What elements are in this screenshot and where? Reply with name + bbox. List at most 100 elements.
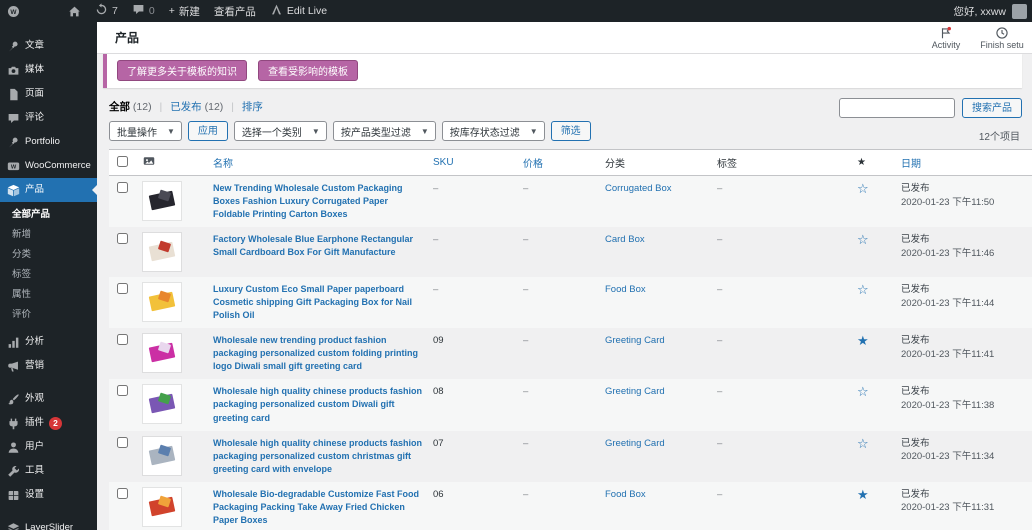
row-checkbox[interactable] [117, 283, 128, 294]
user-avatar[interactable] [1012, 4, 1027, 19]
sidebar-subitem-分类[interactable]: 分类 [0, 243, 97, 263]
sidebar-item-settings[interactable]: 设置 [0, 483, 97, 507]
greeting-text[interactable]: 您好, xxww [954, 4, 1007, 19]
row-checkbox[interactable] [117, 233, 128, 244]
view-affected-templates-button[interactable]: 查看受影响的模板 [258, 60, 358, 81]
row-checkbox[interactable] [117, 334, 128, 345]
media-icon [6, 63, 20, 77]
search-input[interactable] [839, 98, 955, 118]
featured-star-outline-icon[interactable]: ☆ [857, 384, 869, 399]
sidebar-item-tools[interactable]: 工具 [0, 459, 97, 483]
sidebar-item-layerslider[interactable]: LayerSlider [0, 516, 97, 530]
product-category-link[interactable]: Greeting Card [605, 438, 665, 449]
product-name-link[interactable]: Wholesale Bio-degradable Customize Fast … [213, 488, 425, 527]
updates-indicator[interactable]: 7 [88, 0, 125, 22]
featured-star-outline-icon[interactable]: ☆ [857, 181, 869, 196]
sidebar-item-analytics[interactable]: 分析 [0, 330, 97, 354]
filter-button[interactable]: 筛选 [551, 121, 591, 141]
product-type-filter-select[interactable]: 按产品类型过滤 ▼ [333, 121, 436, 141]
sidebar-submenu: 全部产品新增分类标签属性评价 [0, 202, 97, 330]
product-sku: 08 [433, 386, 444, 397]
sidebar-item-users[interactable]: 用户 [0, 435, 97, 459]
product-name-link[interactable]: Luxury Custom Eco Small Paper paperboard… [213, 283, 425, 322]
product-row: Luxury Custom Eco Small Paper paperboard… [109, 277, 1032, 328]
product-thumbnail[interactable] [143, 182, 181, 220]
sidebar-item-products[interactable]: 产品 [0, 178, 97, 202]
product-status: 已发布 [901, 283, 1026, 297]
bulk-actions-select[interactable]: 批量操作 ▼ [109, 121, 182, 141]
sidebar-item-comments[interactable]: 评论 [0, 106, 97, 130]
product-category-link[interactable]: Card Box [605, 234, 645, 245]
edit-live-link[interactable]: Edit Live [263, 0, 334, 22]
products-table: 名称 SKU 价格 分类 标签 ★ 日期 New Trending Wholes… [109, 149, 1032, 530]
view-product-link[interactable]: 查看产品 [207, 0, 263, 22]
avada-icon [270, 3, 283, 19]
product-name-link[interactable]: Factory Wholesale Blue Earphone Rectangu… [213, 233, 425, 259]
product-date: 2020-01-23 下午11:34 [901, 451, 994, 462]
sidebar-item-portfolio[interactable]: Portfolio [0, 130, 97, 154]
wordpress-logo-icon[interactable]: W [0, 0, 27, 22]
search-products-button[interactable]: 搜索产品 [962, 98, 1022, 118]
product-name-link[interactable]: Wholesale high quality chinese products … [213, 437, 425, 476]
view-sorting[interactable]: 排序 [242, 101, 263, 113]
sidebar-item-posts[interactable]: 文章 [0, 34, 97, 58]
product-name-link[interactable]: Wholesale high quality chinese products … [213, 385, 425, 424]
activity-button[interactable]: Activity [920, 26, 972, 50]
product-thumbnail[interactable] [143, 437, 181, 475]
row-checkbox[interactable] [117, 385, 128, 396]
sidebar-subitem-新增[interactable]: 新增 [0, 223, 97, 243]
finish-setup-button[interactable]: Finish setu [976, 26, 1028, 50]
category-filter-select[interactable]: 选择一个类别 ▼ [234, 121, 327, 141]
product-row: Wholesale new trending product fashion p… [109, 328, 1032, 379]
view-published[interactable]: 已发布 [170, 101, 202, 113]
product-category-link[interactable]: Greeting Card [605, 335, 665, 346]
product-name-link[interactable]: New Trending Wholesale Custom Packaging … [213, 182, 425, 221]
layers-icon [6, 521, 20, 530]
column-header-price[interactable]: 价格 [521, 150, 603, 176]
product-thumbnail[interactable] [143, 283, 181, 321]
product-category-link[interactable]: Food Box [605, 284, 646, 295]
featured-star-outline-icon[interactable]: ☆ [857, 282, 869, 297]
product-thumbnail[interactable] [143, 334, 181, 372]
sidebar-item-marketing[interactable]: 营销 [0, 354, 97, 378]
view-all[interactable]: 全部 [109, 101, 130, 113]
learn-templates-button[interactable]: 了解更多关于模板的知识 [117, 60, 247, 81]
product-category-link[interactable]: Corrugated Box [605, 183, 672, 194]
product-thumbnail[interactable] [143, 488, 181, 526]
stock-status-filter-select[interactable]: 按库存状态过滤 ▼ [442, 121, 545, 141]
column-header-sku[interactable]: SKU [431, 150, 521, 176]
sidebar-subitem-全部产品[interactable]: 全部产品 [0, 203, 97, 223]
featured-star-outline-icon[interactable]: ☆ [857, 436, 869, 451]
sidebar-item-appearance[interactable]: 外观 [0, 387, 97, 411]
sidebar-subitem-标签[interactable]: 标签 [0, 263, 97, 283]
new-content-button[interactable]: + 新建 [162, 0, 207, 22]
column-header-date[interactable]: 日期 [899, 150, 1032, 176]
product-thumbnail[interactable] [143, 385, 181, 423]
sidebar-item-media[interactable]: 媒体 [0, 58, 97, 82]
updates-count: 7 [112, 5, 118, 17]
row-checkbox[interactable] [117, 182, 128, 193]
product-name-link[interactable]: Wholesale new trending product fashion p… [213, 334, 425, 373]
sidebar-subitem-评价[interactable]: 评价 [0, 303, 97, 323]
column-header-name[interactable]: 名称 [211, 150, 431, 176]
sidebar-item-plugins[interactable]: 插件2 [0, 411, 97, 435]
apply-button[interactable]: 应用 [188, 121, 228, 141]
featured-star-outline-icon[interactable]: ☆ [857, 232, 869, 247]
row-checkbox[interactable] [117, 488, 128, 499]
comments-indicator[interactable]: 0 [125, 0, 162, 22]
featured-star-filled-icon[interactable]: ★ [857, 487, 869, 502]
product-thumbnail[interactable] [143, 233, 181, 271]
select-all-checkbox[interactable] [117, 156, 128, 167]
home-icon[interactable] [61, 0, 88, 22]
product-category-link[interactable]: Food Box [605, 489, 646, 500]
featured-star-filled-icon[interactable]: ★ [857, 333, 869, 348]
sidebar-separator [0, 378, 97, 387]
comments-count: 0 [149, 5, 155, 17]
sidebar-subitem-属性[interactable]: 属性 [0, 283, 97, 303]
sidebar-item-woocommerce[interactable]: WWooCommerce [0, 154, 97, 178]
product-category-link[interactable]: Greeting Card [605, 386, 665, 397]
sidebar-separator [0, 507, 97, 516]
chevron-down-icon: ▼ [421, 127, 429, 136]
row-checkbox[interactable] [117, 437, 128, 448]
sidebar-item-pages[interactable]: 页面 [0, 82, 97, 106]
